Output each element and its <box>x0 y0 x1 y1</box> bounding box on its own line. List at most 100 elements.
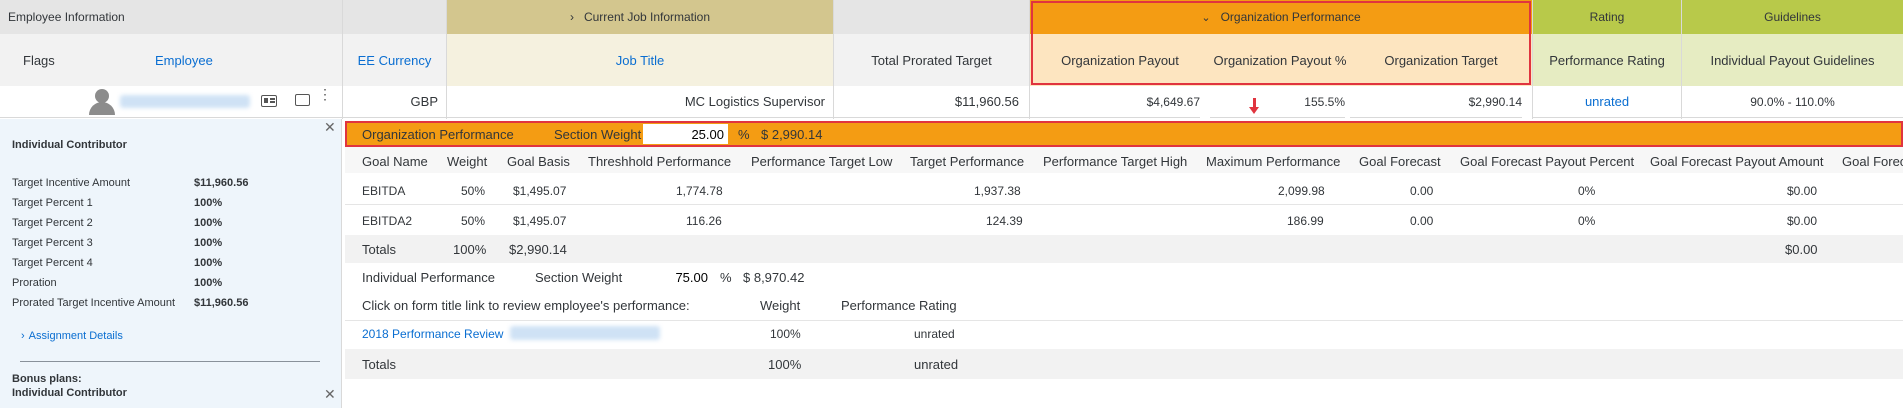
individual-section-weight-label: Section Weight <box>535 270 623 285</box>
goal-forecast-payout-percent-cell: 0% <box>1578 184 1596 198</box>
threshold-performance-header: Threshhold Performance <box>588 154 732 169</box>
totals-weight: 100% <box>453 242 487 257</box>
employee-details-panel: ✕ Individual Contributor Target Incentiv… <box>0 119 342 408</box>
avatar[interactable] <box>88 89 116 115</box>
comment-icon[interactable] <box>295 94 310 106</box>
employee-name-redacted <box>510 326 660 340</box>
employee-name-link[interactable] <box>120 95 250 108</box>
guidelines-cell: 90.0% - 110.0% <box>1682 86 1903 118</box>
threshold-cell: 1,774.78 <box>676 184 723 198</box>
individual-payout-guidelines-column-header: Individual Payout Guidelines <box>1682 34 1903 86</box>
total-prorated-target-cell: $11,960.56 <box>834 86 1029 118</box>
goal-name-header: Goal Name <box>362 154 428 169</box>
more-options-icon[interactable]: ⋮ <box>318 87 332 101</box>
column-divider <box>1681 0 1682 119</box>
job-title-column-header[interactable]: Job Title <box>447 34 833 86</box>
goal-basis-cell: $1,495.07 <box>513 184 567 198</box>
weight-cell: 50% <box>461 184 486 198</box>
maximum-performance-header: Maximum Performance <box>1206 154 1341 169</box>
performance-rating-column-header: Performance Rating <box>1533 34 1681 86</box>
review-weight-header: Weight <box>760 298 801 313</box>
ee-currency-column-header[interactable]: EE Currency <box>343 34 446 86</box>
detail-row: Proration 100% <box>12 277 223 289</box>
maximum-performance-cell: 2,099.98 <box>1278 184 1325 198</box>
total-prorated-target-column-header: Total Prorated Target <box>834 34 1029 86</box>
bonus-plan-name: Individual Contributor <box>12 387 127 399</box>
detail-row: Target Percent 3 100% <box>12 237 223 249</box>
individual-section-title: Individual Performance <box>362 270 495 285</box>
org-section-weight-label: Section Weight <box>554 127 642 142</box>
table-row <box>345 206 1903 234</box>
organization-target-cell: $2,990.14 <box>1350 86 1522 118</box>
goal-name-cell: EBITDA2 <box>362 214 413 228</box>
review-rating-cell: unrated <box>914 327 955 341</box>
id-card-icon[interactable] <box>261 95 277 107</box>
totals-basis: $2,990.14 <box>509 242 567 257</box>
performance-rating-cell[interactable]: unrated <box>1533 86 1681 118</box>
panel-title: Individual Contributor <box>12 139 127 151</box>
individual-percent-sign: % <box>720 270 732 285</box>
currency-cell: GBP <box>343 86 446 118</box>
employee-cell: ⋮ <box>0 86 342 118</box>
detail-row: Prorated Target Incentive Amount $11,960.… <box>12 297 249 309</box>
column-divider <box>342 0 343 119</box>
individual-section-amount: $ 8,970.42 <box>743 270 805 285</box>
assignment-details-link[interactable]: › Assignment Details <box>21 330 123 342</box>
divider <box>20 361 320 362</box>
chevron-right-icon: › <box>569 10 574 24</box>
table-row <box>345 177 1903 205</box>
goal-forecast-payout-percent-cell: 0% <box>1578 214 1596 228</box>
chevron-down-icon: ⌄ <box>1201 11 1211 24</box>
chevron-right-icon: › <box>21 330 25 342</box>
individual-totals-rating: unrated <box>914 357 959 372</box>
org-section-weight-input[interactable] <box>643 124 728 144</box>
weight-header: Weight <box>447 154 488 169</box>
weight-cell: 50% <box>461 214 486 228</box>
close-icon[interactable]: ✕ <box>324 386 336 403</box>
goal-forecast-payout-amount-cell: $0.00 <box>1787 184 1818 198</box>
org-section-amount: $ 2,990.14 <box>761 127 823 142</box>
header-spacer-target <box>834 0 1029 34</box>
review-weight-cell: 100% <box>770 327 801 341</box>
detail-row: Target Percent 4 100% <box>12 257 223 269</box>
goal-forecast-payout-percent-header: Goal Forecast Payout Percent <box>1460 154 1635 169</box>
performance-review-link[interactable]: 2018 Performance Review <box>362 327 503 341</box>
column-divider <box>1029 0 1030 119</box>
organization-payout-cell: $4,649.67 <box>1030 86 1200 118</box>
individual-totals-row <box>345 349 1903 379</box>
goal-forecast-cell: 0.00 <box>1410 214 1434 228</box>
guidelines-header: Guidelines <box>1682 0 1903 34</box>
goal-basis-header: Goal Basis <box>507 154 570 169</box>
totals-row <box>345 235 1903 263</box>
arrow-head <box>1249 107 1259 114</box>
detail-row: Target Percent 1 100% <box>12 197 223 209</box>
totals-label: Totals <box>362 242 396 257</box>
job-title-cell: MC Logistics Supervisor <box>447 86 833 118</box>
individual-totals-weight: 100% <box>768 357 802 372</box>
goal-forecast-header: Goal Forecast <box>1359 154 1441 169</box>
close-icon[interactable]: ✕ <box>324 119 336 136</box>
column-divider <box>833 0 834 119</box>
goal-basis-cell: $1,495.07 <box>513 214 567 228</box>
employee-column-headers: Flags Employee <box>0 34 342 86</box>
organization-payout-percent-cell: 155.5% <box>1210 86 1345 118</box>
organization-payout-percent-column-header: Organization Payout % <box>1210 34 1350 86</box>
detail-row: Target Incentive Amount $11,960.56 <box>12 177 249 189</box>
rating-header: Rating <box>1533 0 1681 34</box>
current-job-information-header[interactable]: › Current Job Information <box>447 0 833 34</box>
performance-target-low-header: Performance Target Low <box>751 154 893 169</box>
goal-forecast-header-truncated: Goal Forec <box>1842 154 1903 169</box>
detail-row: Target Percent 2 100% <box>12 217 223 229</box>
organization-payout-column-header: Organization Payout <box>1030 34 1210 86</box>
column-divider <box>1532 0 1533 119</box>
organization-performance-header[interactable]: ⌄ Organization Performance <box>1030 0 1532 34</box>
review-prompt: Click on form title link to review emplo… <box>362 298 690 313</box>
goal-forecast-cell: 0.00 <box>1410 184 1434 198</box>
organization-target-column-header: Organization Target <box>1350 34 1532 86</box>
header-spacer-currency <box>343 0 446 34</box>
employee-column-header[interactable]: Employee <box>155 53 213 68</box>
maximum-performance-cell: 186.99 <box>1287 214 1324 228</box>
individual-section-weight-input[interactable] <box>627 267 710 287</box>
review-rating-header: Performance Rating <box>841 298 957 313</box>
goal-forecast-payout-amount-cell: $0.00 <box>1787 214 1818 228</box>
